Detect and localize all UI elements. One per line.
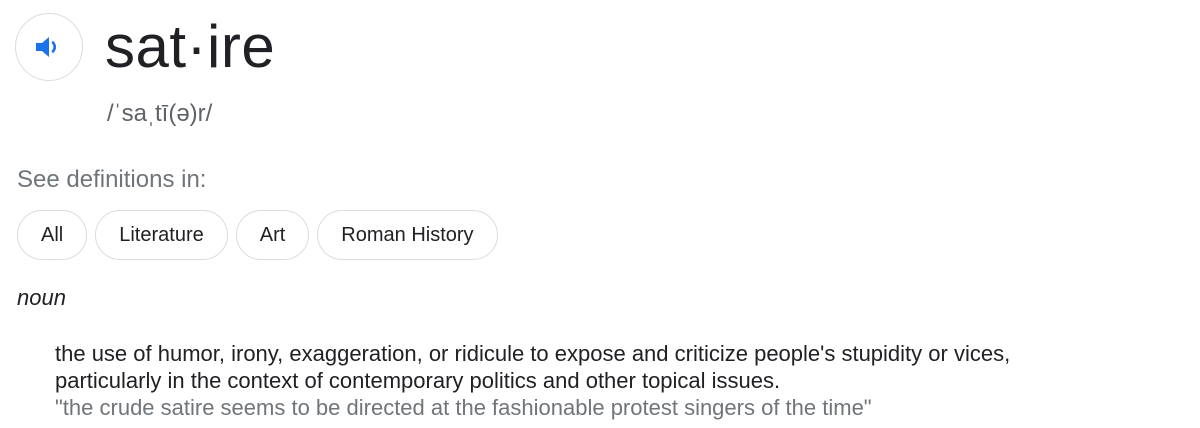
chip-art[interactable]: Art [235,210,310,260]
see-definitions-label: See definitions in: [17,166,207,193]
dictionary-header: sat·ire [15,13,275,81]
definition-text-line-1: the use of humor, irony, exaggeration, o… [55,341,1011,366]
pronunciation-audio-button[interactable] [15,13,83,81]
speaker-icon [36,37,57,57]
chip-roman-history[interactable]: Roman History [317,210,498,260]
chip-literature[interactable]: Literature [95,210,228,260]
definition-text-line-2: particularly in the context of contempor… [55,368,781,393]
phonetic-spelling: /ˈsaˌtī(ə)r/ [107,100,213,127]
chip-all[interactable]: All [17,210,88,260]
example-sentence: "the crude satire seems to be directed a… [55,395,872,420]
headword: sat·ire [105,13,276,80]
definition-block: the use of humor, irony, exaggeration, o… [55,340,1195,421]
part-of-speech: noun [17,285,66,310]
definition-source-chips: All Literature Art Roman History [17,210,498,260]
